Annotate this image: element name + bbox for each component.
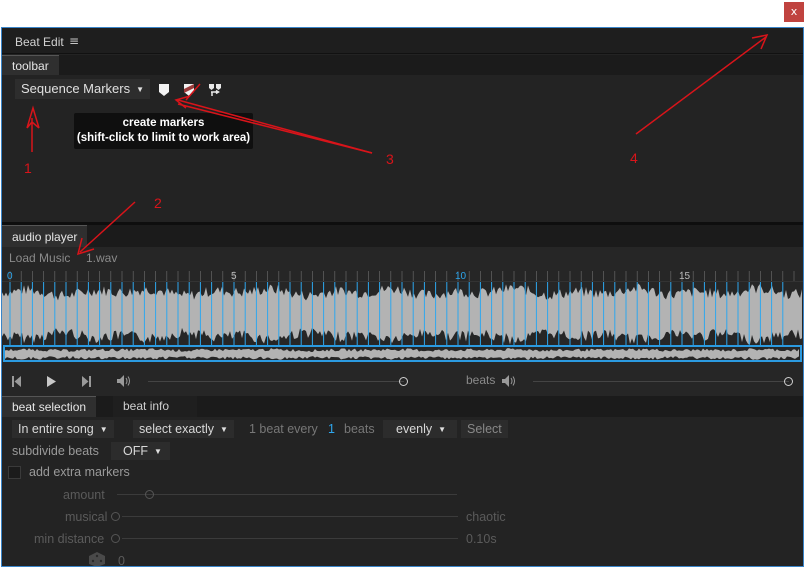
musical-label: musical <box>65 510 108 524</box>
ruler-label-0: 0 <box>7 271 13 282</box>
chevron-down-icon: ▼ <box>99 424 108 434</box>
volume-icon[interactable] <box>117 375 133 387</box>
skip-forward-icon[interactable] <box>81 376 91 387</box>
chaotic-label: chaotic <box>466 510 506 524</box>
range-value: In entire song <box>18 422 94 436</box>
ruler-label-5: 5 <box>231 271 237 282</box>
beat-every-label: 1 beat every <box>249 422 318 436</box>
tab-beat-info[interactable]: beat info <box>113 396 197 417</box>
marker-type-dropdown[interactable]: Sequence Markers ▼ <box>15 79 151 99</box>
toolbar-tabstrip: toolbar <box>2 55 803 75</box>
beat-tabstrip: beat selection beat info <box>2 396 803 417</box>
select-mode-value: select exactly <box>139 422 215 436</box>
marker-type-value: Sequence Markers <box>21 81 131 96</box>
beats-volume-label: beats <box>466 373 496 387</box>
select-button[interactable]: Select <box>461 420 508 438</box>
range-dropdown[interactable]: In entire song ▼ <box>12 420 114 438</box>
load-music-button[interactable]: Load Music <box>9 251 70 265</box>
tooltip-line-1: create markers <box>122 117 205 129</box>
min-distance-value: 0.10s <box>466 532 497 546</box>
window-titlebar: x <box>0 0 806 27</box>
beats-volume-icon[interactable] <box>502 375 518 387</box>
panel-menu-icon[interactable]: ≡ <box>69 34 79 48</box>
play-icon[interactable] <box>46 376 56 387</box>
subdivide-dropdown[interactable]: OFF ▼ <box>111 442 170 460</box>
subdivide-value: OFF <box>123 444 148 458</box>
tab-toolbar[interactable]: toolbar <box>2 55 59 75</box>
dice-icon[interactable] <box>88 551 106 567</box>
beat-selection-area: In entire song ▼ select exactly ▼ 1 beat e… <box>2 417 803 567</box>
extra-markers-label: add extra markers <box>29 465 130 479</box>
musical-slider-knob[interactable] <box>111 512 120 521</box>
distribution-value: evenly <box>396 422 433 436</box>
extra-markers-checkbox[interactable] <box>8 466 21 479</box>
select-mode-dropdown[interactable]: select exactly ▼ <box>133 420 234 438</box>
amount-label: amount <box>63 488 105 502</box>
subdivide-label: subdivide beats <box>12 444 99 458</box>
audio-waveform[interactable] <box>2 282 803 346</box>
chevron-down-icon: ▼ <box>438 424 447 434</box>
audio-file-name: 1.wav <box>86 251 118 265</box>
beats-volume-slider-track <box>533 381 789 382</box>
tab-beat-selection[interactable]: beat selection <box>2 396 97 417</box>
skip-back-icon[interactable] <box>12 376 22 387</box>
min-distance-slider-knob[interactable] <box>111 534 120 543</box>
min-distance-slider-track <box>122 538 458 539</box>
ruler-label-10: 10 <box>455 271 467 282</box>
tab-audio-player[interactable]: audio player <box>2 225 88 247</box>
time-ruler: 0 5 10 15 <box>2 271 803 282</box>
ruler-label-15: 15 <box>679 271 691 282</box>
chevron-down-icon: ▼ <box>136 84 145 94</box>
create-markers-tooltip: create markers (shift-click to limit to … <box>74 113 253 149</box>
audio-tabstrip: audio player <box>2 225 803 247</box>
beats-unit-label: beats <box>344 422 375 436</box>
overview-waveform <box>5 347 800 360</box>
min-distance-label: min distance <box>34 532 105 546</box>
close-button[interactable]: x <box>784 2 804 22</box>
chevron-down-icon: ▼ <box>154 446 162 456</box>
beat-edit-panel: Beat Edit ≡ toolbar Sequence Markers ▼ cr… <box>1 27 804 567</box>
beat-every-value[interactable]: 1 <box>328 422 335 436</box>
beats-volume-slider-knob[interactable] <box>784 377 793 386</box>
amount-slider-track <box>117 494 457 495</box>
tooltip-line-2: (shift-click to limit to work area) <box>76 132 251 144</box>
panel-header: Beat Edit ≡ <box>2 28 803 54</box>
transport-bar: beats <box>2 371 803 393</box>
chevron-down-icon: ▼ <box>220 424 228 434</box>
distribution-dropdown[interactable]: evenly ▼ <box>383 420 457 438</box>
waveform-overview[interactable] <box>3 345 802 362</box>
volume-slider-track <box>148 381 404 382</box>
dice-value: 0 <box>118 554 125 567</box>
volume-slider-knob[interactable] <box>399 377 408 386</box>
toolbar-area: Sequence Markers ▼ create markers (shift-… <box>2 75 803 222</box>
amount-slider-knob[interactable] <box>145 490 154 499</box>
panel-title: Beat Edit <box>15 35 64 49</box>
marker-icon[interactable] <box>157 83 171 97</box>
musical-slider-track <box>122 516 458 517</box>
audio-player-area: Load Music 1.wav 0 5 10 15 beats <box>2 247 803 400</box>
marker-shield-icon[interactable] <box>182 83 196 97</box>
marker-arrows-icon[interactable] <box>208 83 222 97</box>
